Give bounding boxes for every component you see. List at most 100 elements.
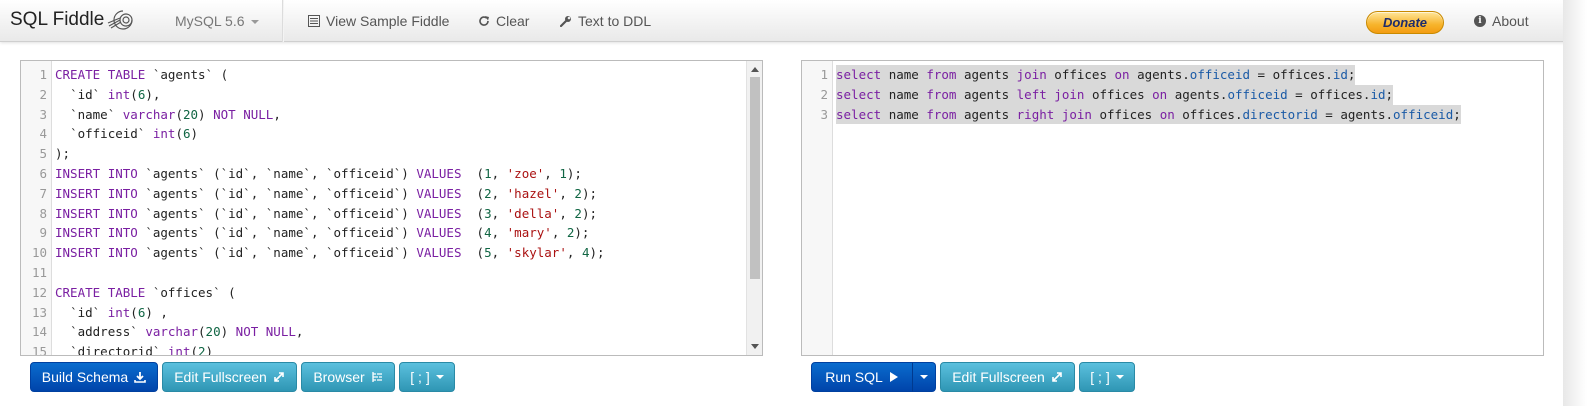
- code-line[interactable]: 1 CREATE TABLE `agents` (: [21, 65, 746, 85]
- schema-edit-fullscreen-label: Edit Fullscreen: [174, 369, 267, 385]
- line-number: 5: [39, 146, 47, 162]
- code-line-text: `directorid` int(2): [70, 344, 214, 356]
- code-line[interactable]: 3 select name from agents right join offi…: [802, 104, 1543, 125]
- query-code-area[interactable]: 1 select name from agents join offices on…: [802, 65, 1543, 355]
- line-number: 11: [31, 264, 47, 280]
- chevron-down-icon: [250, 20, 259, 24]
- line-number: 8: [39, 205, 47, 221]
- scroll-up-icon[interactable]: [751, 67, 759, 72]
- chevron-down-icon: [920, 375, 928, 379]
- code-line[interactable]: 5);: [21, 144, 746, 164]
- tree-icon: [372, 372, 382, 382]
- code-line-text: select name from agents join offices on …: [836, 65, 1356, 85]
- code-line[interactable]: 7 INSERT INTO `agents` (`id`, `name`, `of…: [21, 184, 746, 204]
- brand-name: SQL Fiddle: [10, 9, 105, 30]
- code-line[interactable]: 10 INSERT INTO `agents` (`id`, `name`, `o…: [21, 243, 746, 263]
- line-number: 4: [39, 126, 47, 142]
- window-edge: [1563, 0, 1587, 406]
- browser-button[interactable]: Browser: [301, 362, 395, 392]
- code-line[interactable]: 13 `id` int(6) ,: [21, 303, 746, 323]
- about-label: About: [1492, 13, 1529, 29]
- chevron-down-icon: [435, 375, 444, 379]
- text-to-ddl-link[interactable]: Text to DDL: [560, 13, 651, 29]
- code-line-text: `id` int(6) ,: [70, 304, 168, 320]
- line-number: 10: [31, 245, 47, 261]
- nautilus-icon: [108, 10, 133, 30]
- run-sql-dropdown-toggle[interactable]: [912, 362, 936, 392]
- schema-edit-fullscreen-button[interactable]: Edit Fullscreen: [162, 362, 297, 392]
- code-line-text: );: [55, 146, 71, 162]
- query-delimiter-button[interactable]: [ ; ]: [1079, 362, 1135, 392]
- code-line-text: `address` varchar(20) NOT NULL,: [70, 324, 304, 340]
- browser-label: Browser: [313, 369, 365, 385]
- code-line-text: INSERT INTO `agents` (`id`, `name`, `off…: [55, 185, 597, 201]
- code-line[interactable]: 3 `name` varchar(20) NOT NULL,: [21, 105, 746, 125]
- code-line[interactable]: 12 CREATE TABLE `offices` (: [21, 283, 746, 303]
- schema-code-area[interactable]: 1 CREATE TABLE `agents` (2 `id` int(6), 3 …: [21, 65, 746, 355]
- run-sql-button[interactable]: Run SQL: [811, 362, 913, 392]
- schema-editor[interactable]: 1 CREATE TABLE `agents` (2 `id` int(6), 3 …: [20, 60, 763, 356]
- line-number: 1: [39, 67, 47, 82]
- code-line[interactable]: 8 INSERT INTO `agents` (`id`, `name`, `of…: [21, 204, 746, 224]
- clear-label: Clear: [496, 13, 530, 29]
- code-line[interactable]: 9 INSERT INTO `agents` (`id`, `name`, `of…: [21, 223, 746, 243]
- code-line-text: `id` int(6),: [70, 86, 161, 102]
- schema-delimiter-button[interactable]: [ ; ]: [399, 362, 455, 392]
- code-line-text: select name from agents right join offic…: [836, 104, 1461, 125]
- code-line-text: INSERT INTO `agents` (`id`, `name`, `off…: [55, 165, 582, 181]
- line-number: 2: [820, 86, 828, 102]
- expand-icon: [1051, 372, 1062, 382]
- code-line-text: INSERT INTO `agents` (`id`, `name`, `off…: [55, 245, 605, 261]
- brand-logo[interactable]: SQL Fiddle: [10, 9, 140, 31]
- about-link[interactable]: i About: [1474, 13, 1529, 29]
- line-number: 1: [820, 67, 828, 82]
- line-number: 2: [39, 86, 47, 102]
- line-number: 6: [39, 165, 47, 181]
- code-line[interactable]: 4 `officeid` int(6): [21, 124, 746, 144]
- view-sample-fiddle-link[interactable]: View Sample Fiddle: [308, 13, 449, 29]
- code-line[interactable]: 2 `id` int(6),: [21, 85, 746, 105]
- code-line-text: `officeid` int(6): [70, 126, 199, 142]
- line-number: 3: [39, 106, 47, 122]
- query-edit-fullscreen-label: Edit Fullscreen: [952, 369, 1045, 385]
- play-icon: [889, 372, 898, 382]
- schema-scrollbar[interactable]: [746, 61, 762, 355]
- line-number: 7: [39, 185, 47, 201]
- database-select-value: MySQL 5.6: [175, 13, 245, 29]
- line-number: 15: [31, 344, 47, 356]
- code-line[interactable]: 2 select name from agents left join offic…: [802, 84, 1543, 105]
- database-select[interactable]: MySQL 5.6: [175, 13, 259, 29]
- schema-scroll-thumb[interactable]: [750, 77, 760, 279]
- line-number: 13: [31, 304, 47, 320]
- code-line[interactable]: 11: [21, 263, 746, 283]
- scroll-down-icon[interactable]: [751, 344, 759, 349]
- clear-link[interactable]: Clear: [478, 13, 529, 29]
- build-schema-button[interactable]: Build Schema: [30, 362, 158, 392]
- code-line[interactable]: 15 `directorid` int(2): [21, 342, 746, 356]
- line-number: 12: [31, 284, 47, 300]
- view-sample-fiddle-label: View Sample Fiddle: [326, 13, 450, 29]
- info-icon: i: [1474, 15, 1486, 27]
- refresh-icon: [479, 16, 489, 26]
- wrench-icon: [560, 16, 571, 27]
- code-line-text: select name from agents left join office…: [836, 84, 1394, 105]
- code-line-text: `name` varchar(20) NOT NULL,: [70, 106, 281, 122]
- text-to-ddl-label: Text to DDL: [578, 13, 652, 29]
- code-line[interactable]: 6 INSERT INTO `agents` (`id`, `name`, `of…: [21, 164, 746, 184]
- query-delimiter-label: [ ; ]: [1090, 369, 1110, 385]
- chevron-down-icon: [1115, 375, 1124, 379]
- query-editor[interactable]: 1 select name from agents join offices on…: [801, 60, 1544, 356]
- code-line-text: INSERT INTO `agents` (`id`, `name`, `off…: [55, 225, 590, 241]
- code-line-text: INSERT INTO `agents` (`id`, `name`, `off…: [55, 205, 597, 221]
- expand-icon: [273, 372, 284, 382]
- line-number: 3: [820, 106, 828, 122]
- download-icon: [134, 372, 146, 383]
- donate-button[interactable]: Donate: [1366, 11, 1444, 34]
- code-line[interactable]: 1 select name from agents join offices on…: [802, 65, 1543, 85]
- query-edit-fullscreen-button[interactable]: Edit Fullscreen: [940, 362, 1075, 392]
- top-navbar: SQL Fiddle MySQL 5.6 View Sample Fiddle: [0, 0, 1587, 42]
- list-icon: [308, 15, 320, 27]
- code-line[interactable]: 14 `address` varchar(20) NOT NULL,: [21, 322, 746, 342]
- nav-divider: [282, 0, 284, 42]
- line-number: 9: [39, 225, 47, 241]
